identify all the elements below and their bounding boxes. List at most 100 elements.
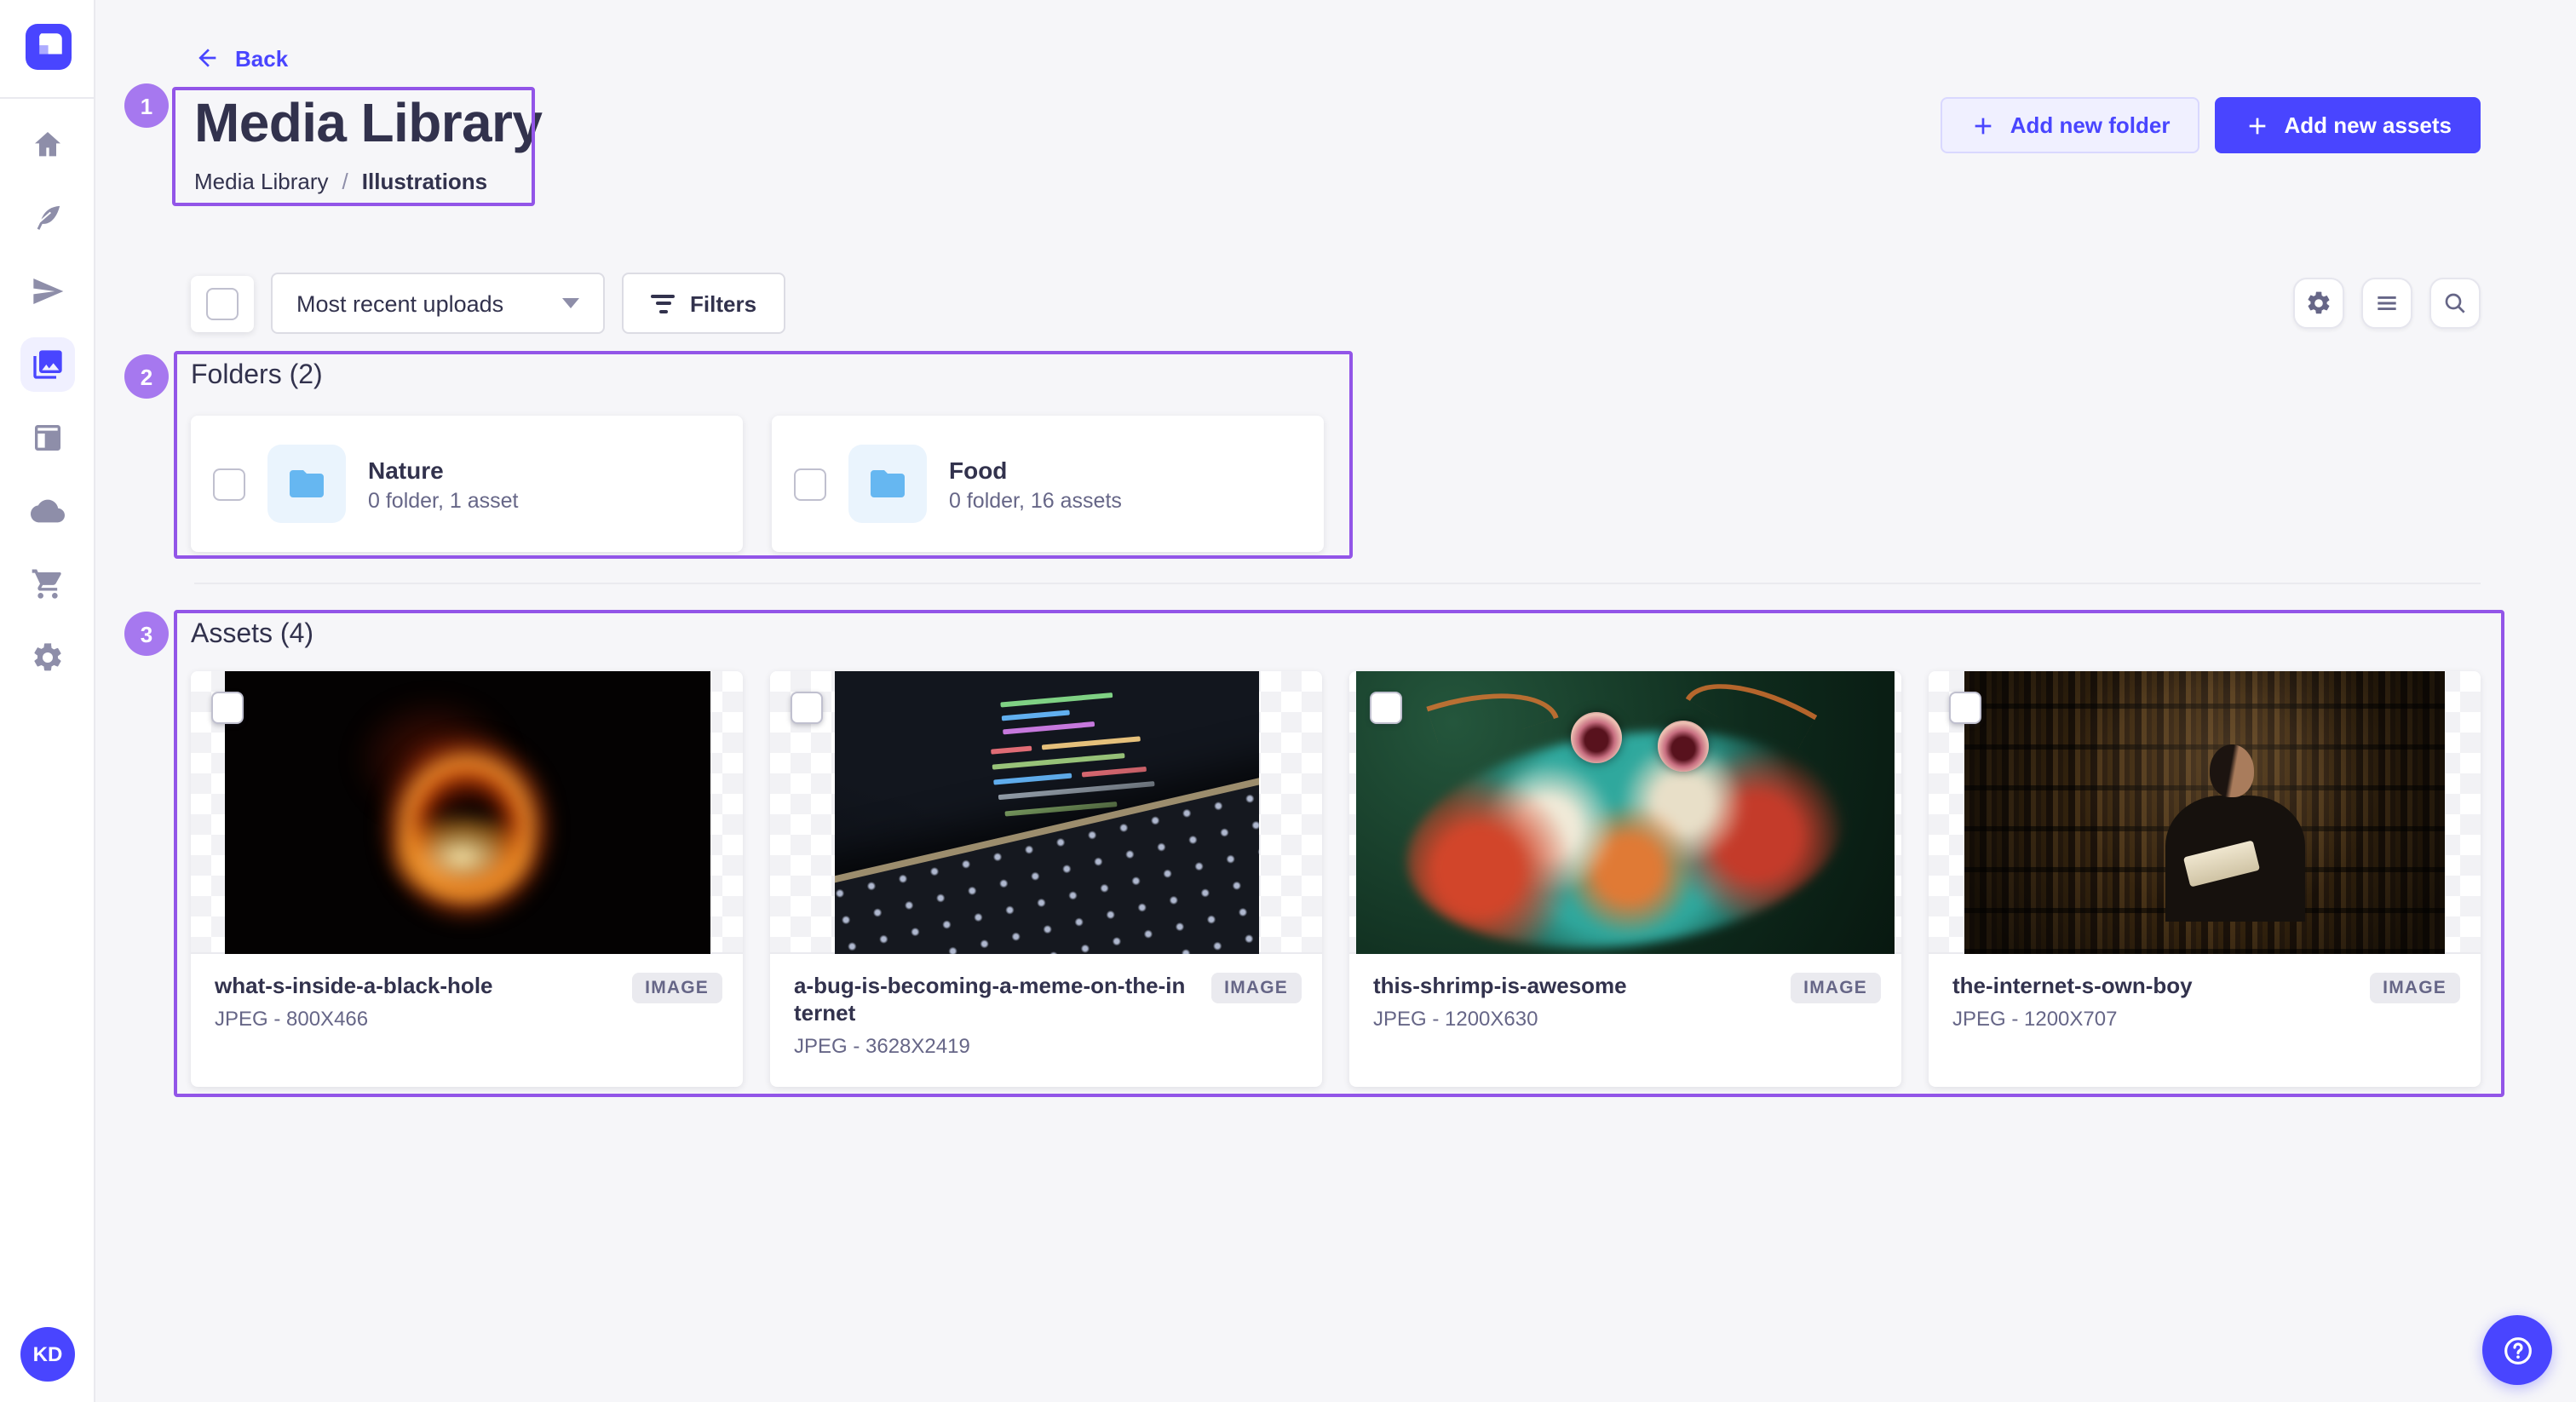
list-icon	[2373, 290, 2401, 317]
sidebar-item-settings[interactable]	[31, 641, 65, 675]
main-content: Back Media Library Media Library / Illus…	[95, 0, 2576, 1402]
breadcrumb-root[interactable]: Media Library	[194, 169, 329, 194]
asset-thumbnail	[770, 671, 1322, 954]
asset-checkbox[interactable]	[1370, 692, 1402, 724]
plus-icon	[1969, 112, 1997, 139]
asset-title: a-bug-is-becoming-a-meme-on-the-internet	[794, 973, 1186, 1027]
page-title: Media Library	[194, 90, 542, 155]
back-link[interactable]: Back	[194, 44, 288, 72]
sidebar-item-marketplace[interactable]	[31, 567, 65, 601]
asset-thumbnail	[1349, 671, 1901, 954]
user-avatar[interactable]: KD	[20, 1327, 75, 1382]
cart-icon	[31, 567, 65, 601]
asset-meta: JPEG - 1200X707	[1952, 1007, 2457, 1031]
asset-card-internet-own-boy[interactable]: the-internet-s-own-boy JPEG - 1200X707 I…	[1929, 671, 2481, 1087]
help-icon	[2500, 1333, 2534, 1367]
folder-icon	[867, 463, 908, 504]
media-library-page: KD Back Media Library Media Library / Il…	[0, 0, 2576, 1402]
asset-title: the-internet-s-own-boy	[1952, 973, 2344, 1000]
laptop-code-image	[834, 671, 1258, 953]
folders-section: Folders (2) Nature 0 folder, 1 asset	[191, 361, 2481, 552]
asset-checkbox[interactable]	[211, 692, 244, 724]
add-new-assets-button[interactable]: Add new assets	[2214, 97, 2481, 153]
home-icon	[31, 128, 65, 162]
section-divider	[194, 583, 2481, 584]
folder-tile	[267, 445, 346, 523]
asset-meta: JPEG - 3628X2419	[794, 1034, 1298, 1058]
asset-card-black-hole[interactable]: what-s-inside-a-black-hole JPEG - 800X46…	[191, 671, 743, 1087]
asset-card-shrimp[interactable]: this-shrimp-is-awesome JPEG - 1200X630 I…	[1349, 671, 1901, 1087]
folder-texts: Food 0 folder, 16 assets	[949, 456, 1122, 512]
header-actions: Add new folder Add new assets	[1941, 97, 2481, 153]
select-all-checkbox[interactable]	[206, 287, 239, 319]
folder-icon	[286, 463, 327, 504]
sidebar-item-home[interactable]	[31, 128, 65, 162]
gear-icon	[2305, 290, 2332, 317]
sidebar-item-releases[interactable]	[31, 274, 65, 308]
grid-settings-button[interactable]	[2293, 278, 2344, 329]
annotation-marker-2: 2	[124, 354, 169, 399]
sidebar-item-content-type-builder[interactable]	[31, 421, 65, 455]
strapi-logo[interactable]	[26, 24, 72, 70]
layout-icon	[31, 421, 65, 455]
sidebar-item-media-library[interactable]	[20, 337, 75, 392]
arrow-left-icon	[194, 44, 221, 72]
cloud-icon	[31, 494, 65, 528]
folder-checkbox[interactable]	[213, 468, 245, 500]
asset-info: a-bug-is-becoming-a-meme-on-the-internet…	[770, 954, 1322, 1077]
asset-meta: JPEG - 1200X630	[1373, 1007, 1877, 1031]
gear-icon	[31, 641, 65, 675]
sort-selected-value: Most recent uploads	[296, 290, 503, 316]
asset-checkbox[interactable]	[1949, 692, 1981, 724]
asset-info: what-s-inside-a-black-hole JPEG - 800X46…	[191, 954, 743, 1049]
asset-cards: what-s-inside-a-black-hole JPEG - 800X46…	[191, 671, 2481, 1087]
plus-icon	[2243, 112, 2270, 139]
annotation-marker-3: 3	[124, 612, 169, 656]
folder-meta: 0 folder, 1 asset	[368, 488, 519, 512]
library-portrait-image	[1964, 671, 2445, 953]
folder-card-nature[interactable]: Nature 0 folder, 1 asset	[191, 416, 743, 552]
asset-checkbox[interactable]	[791, 692, 823, 724]
asset-thumbnail	[1929, 671, 2481, 954]
folder-name: Food	[949, 456, 1122, 483]
folder-tile	[848, 445, 927, 523]
folder-checkbox[interactable]	[794, 468, 826, 500]
sidebar-item-content-manager[interactable]	[31, 201, 65, 235]
sidebar: KD	[0, 0, 95, 1402]
breadcrumb-current: Illustrations	[362, 169, 487, 194]
feather-icon	[31, 201, 65, 235]
toolbar-right	[2293, 278, 2481, 329]
folders-heading: Folders (2)	[191, 361, 2481, 392]
breadcrumb: Media Library / Illustrations	[194, 169, 542, 194]
add-new-folder-button[interactable]: Add new folder	[1941, 97, 2199, 153]
folder-cards: Nature 0 folder, 1 asset Food 0 folder, …	[191, 416, 2481, 552]
sort-dropdown[interactable]: Most recent uploads	[271, 273, 605, 334]
add-new-folder-label: Add new folder	[2010, 112, 2171, 138]
asset-thumbnail	[191, 671, 743, 954]
add-new-assets-label: Add new assets	[2284, 112, 2452, 138]
filters-label: Filters	[690, 290, 756, 316]
mantis-shrimp-image	[1356, 671, 1895, 953]
black-hole-image	[224, 671, 710, 953]
asset-type-badge: IMAGE	[2369, 973, 2460, 1003]
asset-type-badge: IMAGE	[1210, 973, 1302, 1003]
sidebar-item-cloud[interactable]	[31, 494, 65, 528]
title-block: Media Library Media Library / Illustrati…	[194, 90, 542, 194]
toolbar-left: Most recent uploads Filters	[191, 273, 785, 334]
help-button[interactable]	[2482, 1315, 2552, 1385]
list-view-button[interactable]	[2361, 278, 2412, 329]
folder-name: Nature	[368, 456, 519, 483]
folder-texts: Nature 0 folder, 1 asset	[368, 456, 519, 512]
search-button[interactable]	[2429, 278, 2481, 329]
filter-icon	[651, 294, 675, 313]
breadcrumb-separator: /	[342, 169, 348, 194]
assets-section: Assets (4) what-s-inside-a-black-hole JP…	[191, 620, 2481, 1087]
asset-type-badge: IMAGE	[1790, 973, 1881, 1003]
paper-plane-icon	[31, 274, 65, 308]
asset-info: this-shrimp-is-awesome JPEG - 1200X630 I…	[1349, 954, 1901, 1049]
filters-button[interactable]: Filters	[622, 273, 785, 334]
asset-info: the-internet-s-own-boy JPEG - 1200X707 I…	[1929, 954, 2481, 1049]
asset-meta: JPEG - 800X466	[215, 1007, 719, 1031]
folder-card-food[interactable]: Food 0 folder, 16 assets	[772, 416, 1324, 552]
asset-card-bug-meme[interactable]: a-bug-is-becoming-a-meme-on-the-internet…	[770, 671, 1322, 1087]
